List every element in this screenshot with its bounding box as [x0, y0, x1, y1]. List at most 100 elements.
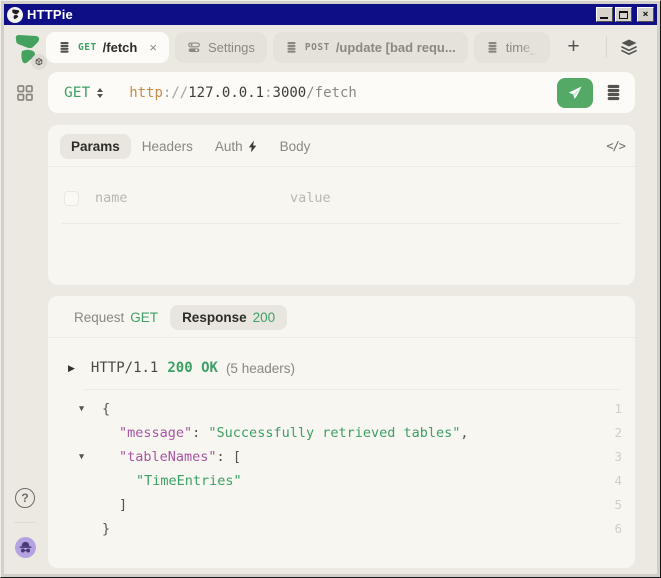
settings-tab[interactable]: Settings	[175, 32, 267, 63]
tabstrip-divider	[606, 36, 607, 58]
request-tab-fetch[interactable]: GET /fetch ×	[46, 32, 169, 63]
collection-icon	[58, 41, 71, 54]
card-divider	[48, 337, 635, 338]
url-colon: :	[264, 85, 272, 101]
tab-method-label: POST	[305, 42, 330, 53]
minimize-button[interactable]	[596, 7, 613, 22]
httpie-logo[interactable]	[13, 34, 43, 68]
lightning-bolt-icon	[248, 140, 258, 153]
request-editor-card: Params Headers Auth Body	[48, 125, 635, 285]
request-tab-label: Request	[74, 310, 124, 325]
response-body: ▼ { 1 "message": "Successfully retrieved…	[48, 397, 635, 568]
request-editor-tabs: Params Headers Auth Body	[60, 131, 625, 161]
response-tab-label: Response	[182, 310, 247, 325]
http-version: HTTP/1.1	[91, 360, 158, 376]
saved-requests-button[interactable]	[601, 81, 625, 105]
maximize-button[interactable]	[615, 7, 632, 22]
method-dropdown-icon	[97, 88, 103, 98]
sidebar-divider	[14, 522, 36, 523]
collection-icon	[285, 41, 298, 54]
workspace-badge[interactable]	[31, 54, 47, 70]
param-checkbox[interactable]	[64, 191, 79, 206]
close-button[interactable]: ×	[637, 7, 654, 22]
collection-icon	[486, 41, 499, 54]
line-number: 3	[600, 445, 622, 469]
json-key: "tableNames"	[119, 449, 217, 465]
tab-method-label: GET	[78, 42, 97, 53]
plus-icon: +	[567, 35, 579, 59]
grid-apps-button[interactable]	[15, 83, 35, 103]
minimize-icon	[600, 17, 608, 19]
environments-layers-button[interactable]	[615, 33, 643, 61]
param-row-divider	[62, 223, 621, 224]
method-label: GET	[64, 85, 90, 101]
url-separator: ://	[163, 85, 188, 101]
url-path: /fetch	[306, 85, 357, 101]
param-name-input[interactable]: name	[95, 190, 290, 206]
app-root: ?	[4, 25, 657, 574]
param-row: name value	[64, 181, 621, 215]
window-frame: HTTPie ×	[0, 0, 661, 578]
json-token: :	[192, 425, 208, 441]
request-tab-update[interactable]: POST /update [bad requ...	[273, 32, 468, 63]
database-icon	[605, 84, 622, 101]
help-icon: ?	[21, 491, 28, 505]
card-divider	[48, 166, 635, 167]
fold-caret-icon[interactable]: ▼	[79, 445, 84, 469]
url-port: 3000	[273, 85, 307, 101]
new-tab-button[interactable]: +	[560, 33, 588, 61]
tab-params[interactable]: Params	[60, 134, 131, 159]
layers-icon	[620, 38, 638, 56]
tab-request[interactable]: Request GET	[62, 305, 170, 330]
url-host: 127.0.0.1	[188, 85, 264, 101]
json-key: "message"	[119, 425, 192, 441]
status-code-badge: 200	[253, 310, 276, 325]
json-string: "TimeEntries"	[136, 473, 242, 489]
tab-response[interactable]: Response 200	[170, 305, 287, 330]
param-value-input[interactable]: value	[290, 190, 621, 206]
settings-tab-label: Settings	[208, 40, 255, 55]
method-selector[interactable]: GET	[64, 85, 103, 101]
params-tab-label: Params	[71, 139, 120, 154]
status-text: 200 OK	[167, 360, 218, 376]
paper-plane-icon	[567, 85, 583, 101]
user-avatar[interactable]	[15, 537, 36, 558]
response-card: Request GET Response 200 ▶ HTTP/1.1 200 …	[48, 296, 635, 568]
request-tab-time[interactable]: time_	[474, 32, 550, 63]
status-divider	[84, 389, 621, 390]
code-icon: </>	[606, 139, 625, 153]
auth-tab-label: Auth	[215, 139, 243, 154]
fold-caret-icon[interactable]: ▼	[79, 397, 84, 421]
help-button[interactable]: ?	[15, 488, 35, 508]
response-tabs: Request GET Response 200	[62, 302, 625, 332]
json-line: } 6	[48, 517, 635, 541]
headers-tab-label: Headers	[142, 139, 193, 154]
status-line[interactable]: ▶ HTTP/1.1 200 OK (5 headers)	[68, 360, 621, 376]
json-line: ▼ { 1	[48, 397, 635, 421]
request-method-badge: GET	[130, 310, 158, 325]
json-token: ]	[119, 497, 127, 513]
headers-count: (5 headers)	[226, 361, 295, 376]
tab-auth[interactable]: Auth	[204, 134, 269, 159]
tab-body[interactable]: Body	[269, 134, 322, 159]
tab-strip: GET /fetch × Settings	[46, 31, 657, 63]
url-scheme: http	[129, 85, 163, 101]
close-tab-icon[interactable]: ×	[149, 40, 157, 55]
line-number: 1	[600, 397, 622, 421]
code-preview-button[interactable]: </>	[606, 139, 625, 153]
tab-headers[interactable]: Headers	[131, 134, 204, 159]
close-icon: ×	[642, 9, 648, 20]
url-input[interactable]: http://127.0.0.1:3000/fetch	[129, 85, 557, 101]
line-number: 2	[600, 421, 622, 445]
main-area: GET /fetch × Settings	[46, 25, 657, 574]
json-token: :	[217, 449, 233, 465]
window-title: HTTPie	[27, 7, 73, 22]
line-number: 5	[600, 493, 622, 517]
settings-toggles-icon	[187, 41, 201, 54]
tab-path-label: /fetch	[103, 40, 138, 55]
body-tab-label: Body	[280, 139, 311, 154]
json-line: ] 5	[48, 493, 635, 517]
line-number: 6	[600, 517, 622, 541]
window-titlebar: HTTPie ×	[4, 4, 657, 25]
send-button[interactable]	[557, 78, 593, 108]
